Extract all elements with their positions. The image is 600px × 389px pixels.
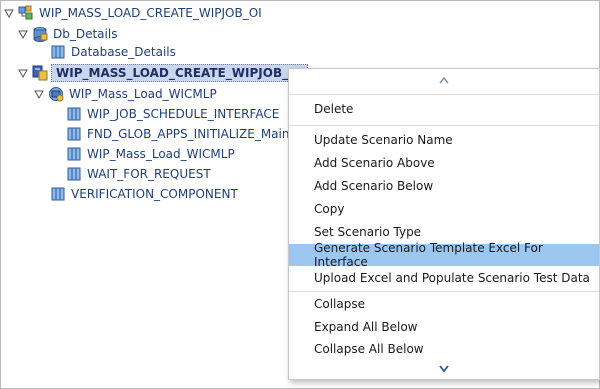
menu-item-upload-excel-populate[interactable]: Upload Excel and Populate Scenario Test … [289, 267, 599, 289]
tree-node-child[interactable]: WAIT_FOR_REQUEST [66, 164, 211, 184]
tree-node-label: Db_Details [53, 27, 118, 41]
context-menu: Delete Update Scenario Name Add Scenario… [288, 68, 600, 380]
menu-item-label: Generate Scenario Template Excel For Int… [314, 241, 543, 269]
tree-node-scenario-selected[interactable]: WIP_MASS_LOAD_CREATE_WIPJOB_OI [18, 63, 308, 83]
component-icon [66, 146, 82, 162]
menu-item-label: Update Scenario Name [314, 133, 453, 147]
component-group-icon [48, 86, 64, 102]
tree-node-label: WIP_MASS_LOAD_CREATE_WIPJOB_OI [51, 64, 308, 82]
tree-node-child[interactable]: WIP_Mass_Load_WICMLP [66, 144, 235, 164]
tree-node-root[interactable]: WIP_MASS_LOAD_CREATE_WIPJOB_OI [4, 3, 262, 23]
database-group-icon [32, 26, 48, 42]
component-icon [50, 186, 66, 202]
menu-item-set-scenario-type[interactable]: Set Scenario Type [289, 221, 599, 243]
tree-node-label: WAIT_FOR_REQUEST [87, 167, 211, 181]
tree-node-child[interactable]: WIP_JOB_SCHEDULE_INTERFACE [66, 104, 279, 124]
tree-node-label: WIP_MASS_LOAD_CREATE_WIPJOB_OI [39, 6, 262, 20]
menu-item-label: Upload Excel and Populate Scenario Test … [314, 271, 590, 285]
menu-separator [289, 291, 599, 292]
tree-node-label: Database_Details [71, 45, 176, 59]
menu-item-label: Expand All Below [314, 320, 418, 334]
menu-item-delete[interactable]: Delete [289, 98, 599, 120]
chevron-up-icon[interactable] [289, 73, 599, 87]
component-icon [50, 44, 66, 60]
menu-item-collapse[interactable]: Collapse [289, 293, 599, 315]
menu-item-label: Add Scenario Below [314, 179, 434, 193]
menu-item-add-scenario-below[interactable]: Add Scenario Below [289, 175, 599, 197]
collapse-toggle-icon[interactable] [18, 29, 28, 39]
scenario-icon [32, 65, 48, 81]
tree-node-label: WIP_Mass_Load_WICMLP [69, 87, 217, 101]
menu-item-copy[interactable]: Copy [289, 198, 599, 220]
menu-item-label: Delete [314, 102, 354, 116]
menu-item-label: Add Scenario Above [314, 156, 435, 170]
component-icon [66, 166, 82, 182]
menu-item-label: Set Scenario Type [314, 225, 422, 239]
menu-item-add-scenario-above[interactable]: Add Scenario Above [289, 152, 599, 174]
tree-node-child[interactable]: FND_GLOB_APPS_INITIALIZE_Main [66, 124, 289, 144]
tree-node-label: VERIFICATION_COMPONENT [71, 187, 238, 201]
menu-item-generate-scenario-template-excel[interactable]: Generate Scenario Template Excel For Int… [289, 241, 599, 269]
menu-item-label: Collapse All Below [314, 342, 424, 356]
collapse-toggle-icon[interactable] [4, 8, 14, 18]
menu-item-expand-all-below[interactable]: Expand All Below [289, 316, 599, 338]
tree-node-label: WIP_JOB_SCHEDULE_INTERFACE [87, 107, 280, 121]
tree-node-label: WIP_Mass_Load_WICMLP [87, 147, 235, 161]
menu-item-label: Copy [314, 202, 345, 216]
component-icon [66, 106, 82, 122]
menu-item-label: Collapse [314, 297, 365, 311]
collapse-toggle-icon[interactable] [18, 68, 28, 78]
tree-node-verification[interactable]: VERIFICATION_COMPONENT [50, 184, 238, 204]
menu-item-update-scenario-name[interactable]: Update Scenario Name [289, 129, 599, 151]
component-icon [66, 126, 82, 142]
menu-separator [289, 125, 599, 126]
collapse-toggle-icon[interactable] [34, 89, 44, 99]
tree-node-db-details[interactable]: Db_Details [18, 24, 117, 44]
tree-node-database-details[interactable]: Database_Details [50, 42, 176, 62]
menu-separator [289, 94, 599, 95]
suite-icon [18, 5, 34, 21]
chevron-down-icon[interactable] [289, 362, 599, 376]
tree-node-label: FND_GLOB_APPS_INITIALIZE_Main [87, 127, 290, 141]
menu-item-collapse-all-below[interactable]: Collapse All Below [289, 338, 599, 360]
tree-node-wicmlp-group[interactable]: WIP_Mass_Load_WICMLP [34, 84, 217, 104]
